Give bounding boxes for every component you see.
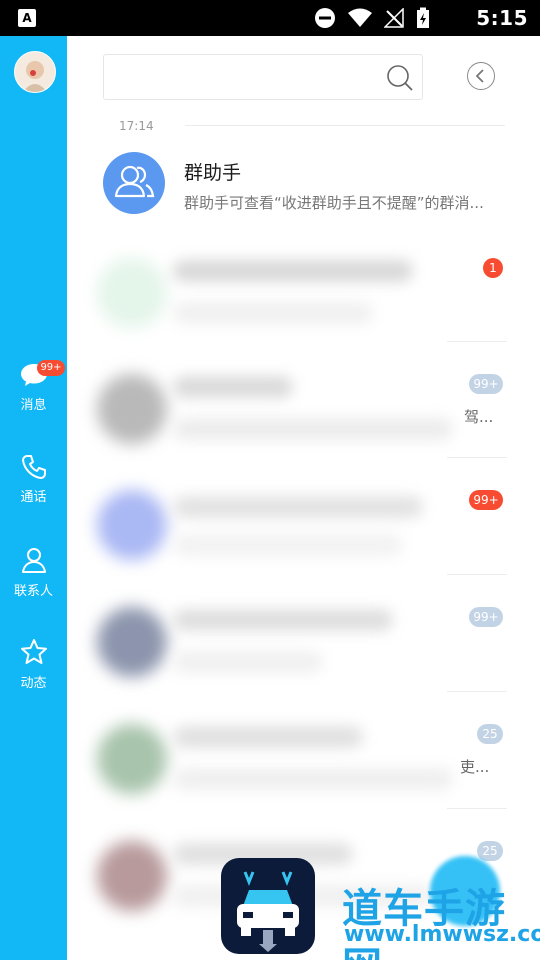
no-signal-icon xyxy=(384,8,404,28)
clock: 5:15 xyxy=(476,6,528,30)
row-divider xyxy=(447,808,507,809)
blurred-preview xyxy=(173,651,323,673)
sidebar-item-messages[interactable]: 99+ 消息 xyxy=(0,360,67,413)
unread-badge: 25 xyxy=(477,841,503,861)
group-helper-avatar xyxy=(103,152,165,214)
status-bar: A 5:15 xyxy=(0,0,540,36)
section-divider xyxy=(185,125,505,126)
group-helper-item[interactable]: 群助手 群助手可查看“收进群助手且不提醒”的群消... xyxy=(103,150,523,220)
sidebar-item-calls[interactable]: 通话 xyxy=(0,454,67,505)
sidebar-item-feed[interactable]: 动态 xyxy=(0,638,67,691)
contact-person-icon xyxy=(21,548,46,573)
unread-badge: 99+ xyxy=(469,374,503,394)
chat-avatar xyxy=(97,258,167,328)
group-helper-preview: 群助手可查看“收进群助手且不提醒”的群消... xyxy=(184,194,484,212)
watermark-logo xyxy=(221,858,315,954)
group-people-icon xyxy=(114,165,155,198)
chat-avatar xyxy=(97,490,167,560)
user-avatar[interactable] xyxy=(14,51,56,93)
chat-row[interactable]: 99+ 驾... xyxy=(87,354,507,464)
do-not-disturb-icon xyxy=(315,8,335,28)
row-divider xyxy=(447,341,507,342)
blurred-preview xyxy=(173,418,453,440)
chat-row[interactable]: 99+ xyxy=(87,470,507,580)
row-divider xyxy=(447,457,507,458)
chat-avatar xyxy=(97,724,167,794)
star-icon xyxy=(20,639,47,664)
chat-avatar xyxy=(97,607,167,677)
blurred-preview xyxy=(173,768,453,790)
sidebar-item-label: 消息 xyxy=(20,398,47,413)
preview-fragment: 吏... xyxy=(460,758,490,776)
app-notification-icon: A xyxy=(18,9,36,27)
chat-row[interactable]: 25 吏... xyxy=(87,704,507,814)
blurred-preview xyxy=(173,534,403,556)
chat-row[interactable]: 99+ xyxy=(87,587,507,697)
blurred-name xyxy=(173,496,423,518)
back-button[interactable] xyxy=(467,62,495,90)
unread-badge: 99+ xyxy=(37,360,65,376)
unread-badge: 25 xyxy=(477,724,503,744)
unread-badge: 99+ xyxy=(469,490,503,510)
blurred-name xyxy=(173,376,293,398)
chevron-left-icon xyxy=(475,69,484,83)
app-screen: A 5:15 99+ 消息 通话 联系人 动态 17:14 群助手 群助手可查看… xyxy=(0,0,540,960)
chat-row[interactable]: 1 xyxy=(87,238,507,348)
watermark-title: 道车手游网 xyxy=(342,886,506,960)
section-timestamp: 17:14 xyxy=(119,119,154,133)
preview-fragment: 驾... xyxy=(464,408,494,426)
chat-avatar xyxy=(97,841,167,911)
row-divider xyxy=(447,574,507,575)
search-input[interactable] xyxy=(103,54,423,100)
group-helper-title: 群助手 xyxy=(184,162,242,184)
search-icon[interactable] xyxy=(386,64,414,92)
blurred-name xyxy=(173,609,393,631)
blurred-name xyxy=(173,726,363,748)
chat-avatar xyxy=(97,374,167,444)
avatar-image-icon xyxy=(23,61,47,92)
sidebar-item-label: 动态 xyxy=(20,676,47,691)
watermark-url: www.lmwwsz.com xyxy=(344,922,540,947)
phone-icon xyxy=(21,455,46,479)
sidebar: 99+ 消息 通话 联系人 动态 xyxy=(0,36,67,960)
status-icons xyxy=(314,7,430,29)
unread-badge: 1 xyxy=(483,258,503,278)
sidebar-item-contacts[interactable]: 联系人 xyxy=(0,546,67,599)
conversation-list: 17:14 群助手 群助手可查看“收进群助手且不提醒”的群消... 1 99+ … xyxy=(67,36,540,960)
row-divider xyxy=(447,691,507,692)
unread-badge: 99+ xyxy=(469,607,503,627)
car-logo-icon xyxy=(237,871,299,952)
wifi-icon xyxy=(348,8,372,27)
sidebar-item-label: 通话 xyxy=(20,490,47,505)
blurred-name xyxy=(173,260,413,282)
sidebar-item-label: 联系人 xyxy=(13,584,53,599)
battery-charging-icon xyxy=(417,7,429,28)
blurred-preview xyxy=(173,302,373,324)
